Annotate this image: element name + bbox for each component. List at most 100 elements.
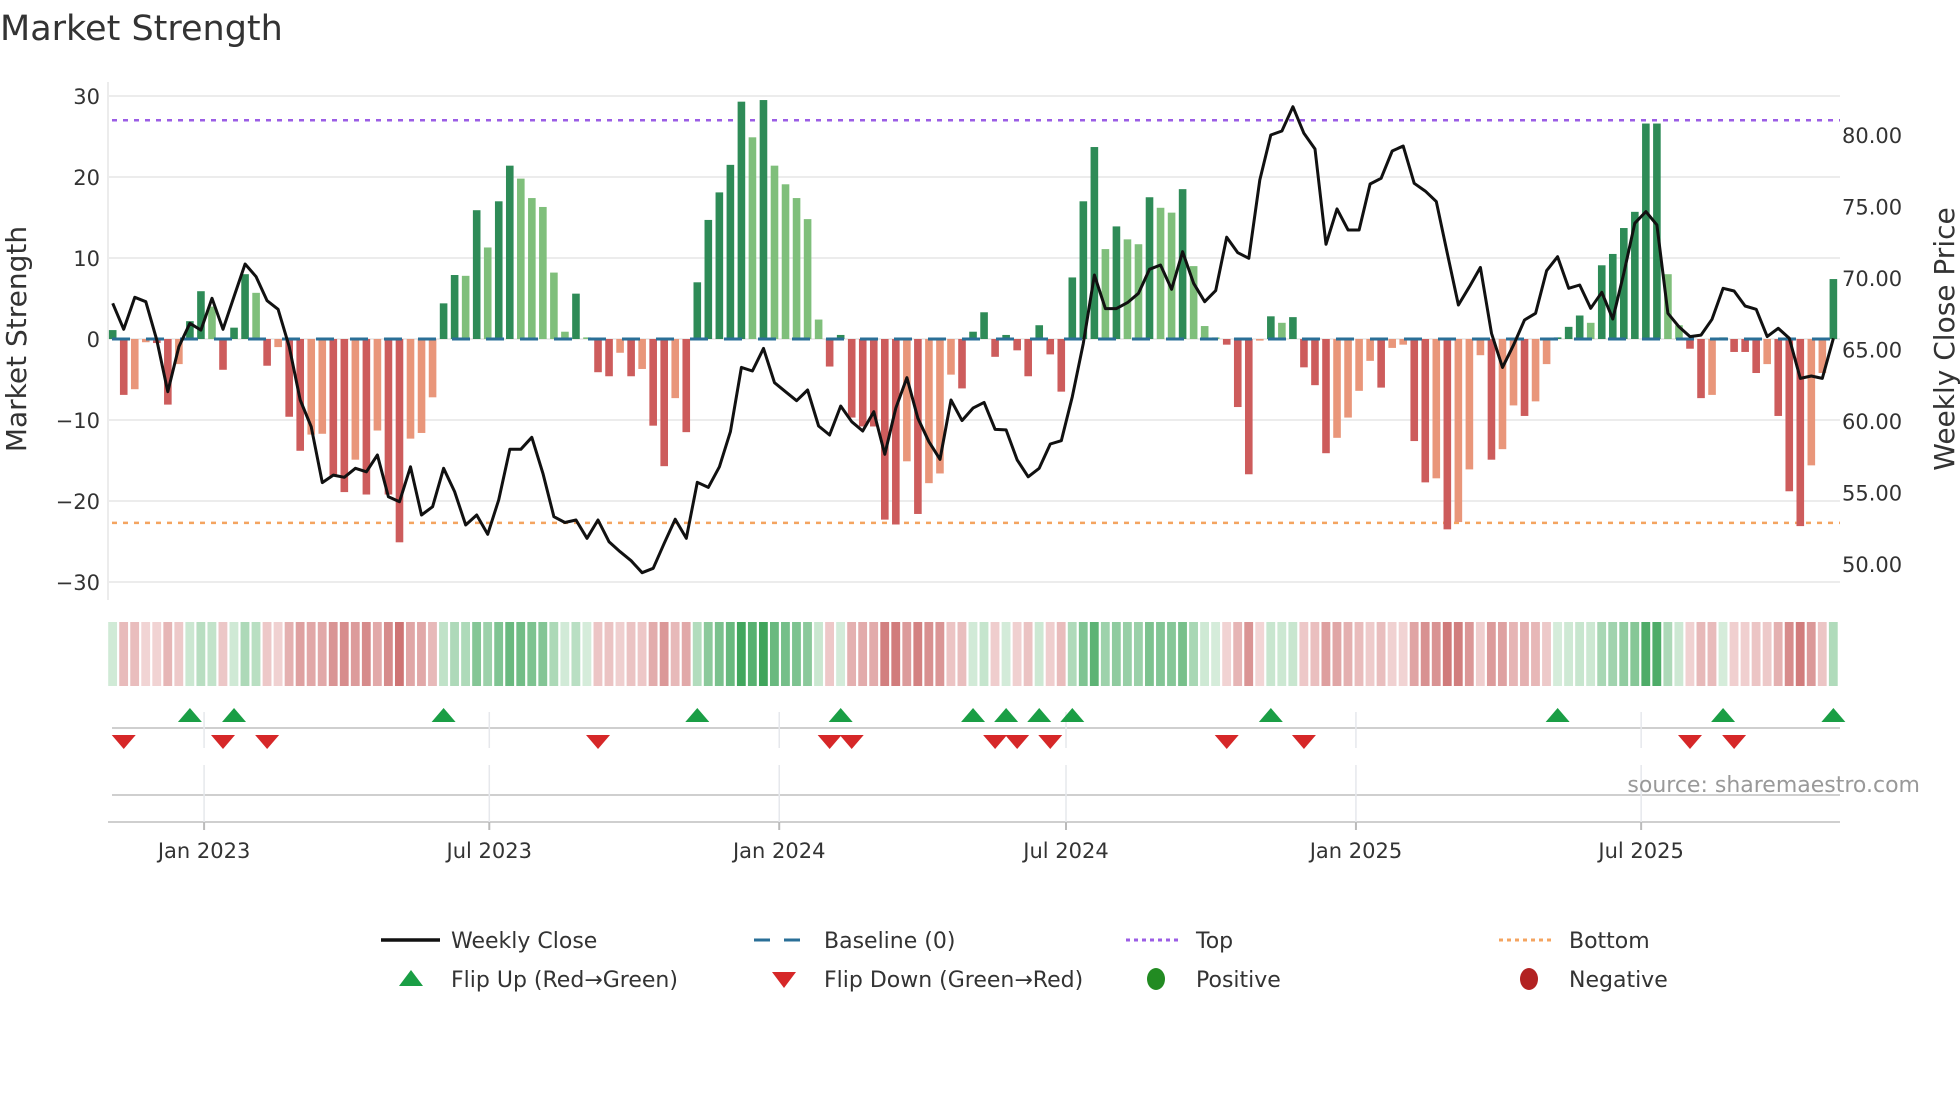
- legend-item-top[interactable]: Top: [1126, 929, 1233, 954]
- legend-label: Positive: [1196, 968, 1281, 993]
- heatmap-cell: [538, 622, 548, 686]
- legend-label: Bottom: [1569, 929, 1650, 954]
- heatmap-cell: [317, 622, 327, 686]
- legend-label: Top: [1195, 929, 1233, 954]
- heatmap-cell: [1156, 622, 1165, 686]
- heatmap-cell: [758, 622, 768, 686]
- heatmap-cell: [1663, 622, 1673, 686]
- positive-bar: [737, 101, 746, 339]
- negative-bar: [892, 339, 900, 525]
- flip-marker-panel: [108, 712, 1840, 823]
- flip-down-marker-icon: [586, 735, 611, 749]
- positive-bar: [1829, 279, 1838, 339]
- heatmap-cell: [1200, 622, 1209, 686]
- heatmap-cell: [1354, 622, 1364, 686]
- flip-down-marker-icon: [1722, 735, 1747, 749]
- heatmap-cell: [505, 622, 515, 686]
- heatmap-cell: [472, 622, 482, 686]
- negative-bar: [1388, 339, 1396, 348]
- negative-bar: [1531, 339, 1540, 402]
- heatmap-cell: [1420, 622, 1430, 686]
- heatmap-cell: [648, 622, 658, 686]
- flip-down-marker-icon: [255, 735, 280, 749]
- negative-bar: [1476, 339, 1485, 356]
- heatmap-cell: [560, 622, 570, 686]
- heatmap-cell: [825, 622, 834, 686]
- heatmap-cell: [1211, 622, 1221, 686]
- negative-bar: [1333, 339, 1341, 438]
- legend-item-bottom[interactable]: Bottom: [1499, 929, 1650, 954]
- flip-down-marker-icon: [111, 735, 136, 749]
- heatmap-cell: [262, 622, 272, 686]
- heatmap-cell: [439, 622, 448, 686]
- negative-bar: [1233, 339, 1242, 408]
- heatmap-cell: [1597, 622, 1607, 686]
- y2-tick-label: 80.00: [1842, 124, 1902, 148]
- heatmap-cell: [946, 622, 956, 686]
- heatmap-cell: [615, 622, 625, 686]
- x-tick-label: Jan 2023: [156, 839, 251, 863]
- legend-item-negative[interactable]: Negative: [1520, 968, 1668, 993]
- heatmap-cell: [1332, 622, 1342, 686]
- heatmap-cell: [869, 622, 879, 686]
- negative-bar: [1730, 339, 1738, 352]
- negative-bar: [1322, 339, 1330, 454]
- positive-bar: [1575, 315, 1584, 339]
- heatmap-cell: [1696, 622, 1706, 686]
- legend-item-weekly-close[interactable]: Weekly Close: [381, 929, 597, 954]
- heatmap-cell: [251, 622, 261, 686]
- negative-bar: [1377, 339, 1385, 388]
- legend-item-flip-up[interactable]: Flip Up (Red→Green): [399, 968, 678, 993]
- positive-bar: [693, 282, 702, 339]
- positive-bar: [1278, 322, 1286, 339]
- heatmap-cell: [1111, 622, 1121, 686]
- negative-bar: [340, 339, 349, 493]
- heatmap-cell: [1122, 622, 1132, 686]
- negative-bar: [1355, 339, 1363, 391]
- heatmap-cell: [1343, 622, 1353, 686]
- heatmap-cell: [1497, 622, 1507, 686]
- negative-bar: [1311, 339, 1319, 386]
- heatmap-cell: [461, 622, 470, 686]
- heatmap-cell: [417, 622, 426, 686]
- positive-bar: [781, 184, 790, 339]
- heatmap-cell: [593, 622, 603, 686]
- positive-bar: [1035, 325, 1044, 339]
- positive-bar: [1564, 326, 1573, 339]
- negative-bar: [1256, 339, 1264, 341]
- heatmap-cell: [1531, 622, 1540, 686]
- heatmap-cell: [792, 622, 801, 686]
- heatmap-cell: [1784, 622, 1794, 686]
- heatmap-cell: [1542, 622, 1551, 686]
- heatmap-cell: [1277, 622, 1287, 686]
- negative-bar: [605, 339, 613, 377]
- positive-bar: [748, 137, 757, 339]
- heatmap-cell: [1244, 622, 1254, 686]
- positive-bar: [494, 201, 503, 339]
- y2-tick-label: 65.00: [1842, 339, 1902, 363]
- legend-item-positive[interactable]: Positive: [1147, 968, 1281, 993]
- heatmap-cell: [979, 622, 989, 686]
- heatmap-cell: [1023, 622, 1033, 686]
- heatmap-cell: [659, 622, 669, 686]
- negative-bar: [395, 339, 404, 543]
- right-axis-ticks: 50.00 55.00 60.00 65.00 70.00 75.00 80.00: [1842, 124, 1902, 577]
- negative-bar: [1421, 339, 1430, 483]
- positive-bar: [980, 312, 988, 339]
- negative-bar: [1465, 339, 1474, 470]
- heatmap-cell: [1299, 622, 1309, 686]
- legend-item-flip-down[interactable]: Flip Down (Green→Red): [772, 968, 1083, 993]
- positive-bar: [517, 178, 525, 339]
- heatmap-cell: [1387, 622, 1397, 686]
- negative-bar: [1774, 339, 1783, 416]
- heatmap-cell: [1034, 622, 1044, 686]
- negative-bar: [219, 339, 227, 370]
- x-axis-ticks: Jan 2023 Jul 2023 Jan 2024 Jul 2024 Jan 2025…: [156, 822, 1684, 863]
- heatmap-cell: [1189, 622, 1198, 686]
- legend-item-baseline[interactable]: Baseline (0): [754, 929, 955, 954]
- negative-bar: [164, 339, 172, 405]
- heatmap-cell: [1409, 622, 1419, 686]
- heatmap-cell: [714, 622, 724, 686]
- heatmap-cell: [527, 622, 537, 686]
- heatmap-cell: [1453, 622, 1463, 686]
